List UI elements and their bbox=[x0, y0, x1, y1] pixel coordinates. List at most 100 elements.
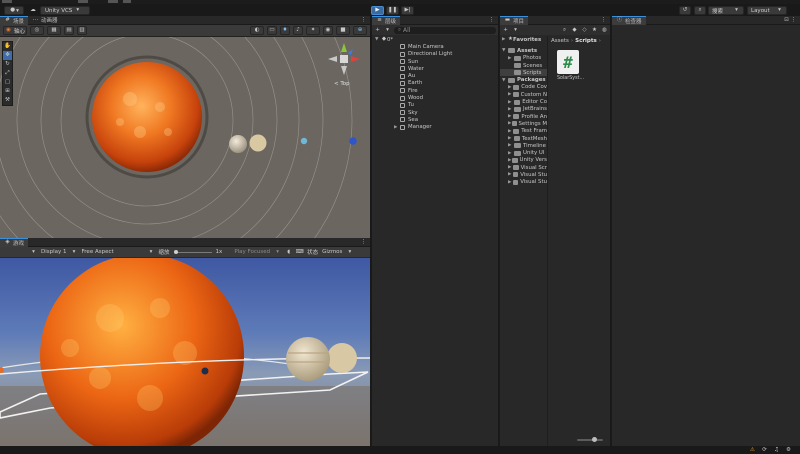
planet-jupiter[interactable] bbox=[286, 337, 330, 381]
folder-item[interactable]: ▶ JetBrains bbox=[500, 106, 547, 113]
assets-folder[interactable]: ▼ Assets bbox=[500, 47, 547, 54]
display-dropdown[interactable]: Display 1 bbox=[41, 249, 67, 255]
tab-game[interactable]: ◈ 游戏 bbox=[0, 237, 29, 247]
tree-item[interactable]: Au bbox=[372, 72, 498, 79]
folder-item[interactable]: ▶ Visual Scr bbox=[500, 164, 547, 171]
menu-item[interactable] bbox=[2, 0, 12, 3]
label-icon[interactable]: ◇ bbox=[581, 27, 588, 34]
menu-item[interactable] bbox=[123, 0, 131, 3]
more-icon[interactable]: ⋮ bbox=[600, 17, 607, 24]
hierarchy-search-input[interactable]: ⌕ All bbox=[394, 26, 496, 34]
breadcrumb-assets[interactable]: Assets bbox=[551, 38, 569, 44]
history-button[interactable]: ↺ bbox=[679, 6, 691, 15]
sun-sphere[interactable] bbox=[92, 62, 202, 172]
play-button[interactable]: ▶ bbox=[371, 6, 384, 15]
scale-slider[interactable] bbox=[173, 249, 212, 254]
aspect-dropdown[interactable]: Free Aspect bbox=[82, 249, 144, 255]
gizmos-dropdown[interactable]: ⊕ bbox=[353, 26, 367, 35]
add-icon[interactable]: + bbox=[502, 27, 509, 34]
tree-item[interactable]: Sky bbox=[372, 109, 498, 116]
tab-animator[interactable]: ⋯ 动画器 bbox=[28, 16, 62, 25]
folder-item[interactable]: ▶ Profile An bbox=[500, 113, 547, 120]
custom-tool-icon[interactable]: ⚒ bbox=[3, 96, 12, 105]
folder-item[interactable]: Scripts bbox=[500, 69, 547, 77]
gizmos-button[interactable]: Gizmos bbox=[322, 249, 342, 255]
effects-dropdown[interactable]: ✦ bbox=[306, 26, 320, 35]
tree-item[interactable]: Earth bbox=[372, 80, 498, 87]
refresh-icon[interactable]: ⟳ bbox=[761, 447, 768, 454]
folder-item[interactable]: ▶ Visual Stu bbox=[500, 171, 547, 178]
planet-sea[interactable] bbox=[349, 137, 357, 145]
game-viewport[interactable] bbox=[0, 258, 370, 446]
chevron-down-icon[interactable]: ▾ bbox=[30, 249, 37, 256]
step-button[interactable]: ▶| bbox=[401, 6, 414, 15]
chevron-down-icon[interactable]: ▾ bbox=[512, 27, 519, 34]
transform-tool-icon[interactable]: ⊞ bbox=[3, 87, 12, 96]
breadcrumb-scripts[interactable]: Scripts bbox=[575, 38, 597, 44]
layers-dropdown[interactable]: 搜索 ▾ bbox=[708, 6, 744, 15]
camera-dropdown[interactable]: ■ bbox=[336, 26, 350, 35]
vcs-dropdown[interactable]: Unity VCS ▾ bbox=[40, 6, 90, 15]
more-icon[interactable]: ⋮ bbox=[488, 17, 495, 24]
more-icon[interactable]: ⋮ bbox=[360, 239, 367, 246]
filter-icon[interactable]: ◆ bbox=[571, 27, 578, 34]
scale-tool-icon[interactable]: ⤢ bbox=[3, 69, 12, 78]
bell-icon[interactable]: ♫ bbox=[773, 447, 780, 454]
lock-icon[interactable]: ⊡ bbox=[783, 17, 790, 24]
2d-toggle[interactable]: ▭ bbox=[267, 26, 277, 35]
mute-icon[interactable]: ◖ bbox=[285, 249, 292, 256]
cloud-button[interactable]: ☁ bbox=[28, 6, 38, 15]
planet-au[interactable] bbox=[229, 135, 247, 153]
warning-icon[interactable]: ⚠ bbox=[749, 447, 756, 454]
menu-item[interactable] bbox=[108, 0, 118, 3]
audio-toggle[interactable]: ♪ bbox=[293, 26, 303, 35]
tree-item[interactable]: Main Camera bbox=[372, 43, 498, 50]
tree-item[interactable]: Water bbox=[372, 65, 498, 72]
tree-item[interactable]: Wood bbox=[372, 94, 498, 101]
folder-item[interactable]: ▶ Unity Vers bbox=[500, 157, 547, 164]
account-button[interactable]: ● ▾ bbox=[4, 6, 24, 15]
tree-item[interactable]: Tu bbox=[372, 102, 498, 109]
tree-item[interactable]: Fire bbox=[372, 87, 498, 94]
stats-button[interactable]: 状态 bbox=[307, 248, 318, 256]
planet-tu[interactable] bbox=[327, 343, 357, 373]
hidden-toggle[interactable]: ◉ bbox=[323, 26, 333, 35]
tree-item[interactable]: ▶ Manager bbox=[372, 124, 498, 131]
rect-tool-icon[interactable]: ▢ bbox=[3, 78, 12, 87]
tab-hierarchy[interactable]: ≡ 层级 bbox=[372, 15, 401, 25]
hidden-icon[interactable]: ◍ bbox=[601, 27, 608, 34]
foldout-icon[interactable]: ▶ bbox=[508, 136, 514, 141]
gizmo-view-label[interactable]: < Top bbox=[334, 81, 350, 87]
slider-handle[interactable] bbox=[173, 249, 178, 254]
folder-item[interactable]: ▶ Visual Stu bbox=[500, 179, 547, 186]
menu-item[interactable] bbox=[78, 0, 88, 3]
folder-item[interactable]: ▶ Test Fram bbox=[500, 128, 547, 135]
slider-handle[interactable] bbox=[592, 437, 597, 442]
grid-dropdown[interactable]: ▦ bbox=[47, 26, 61, 35]
rotate-tool-icon[interactable]: ↻ bbox=[3, 60, 12, 69]
folder-item[interactable]: ▶ Timeline bbox=[500, 142, 547, 149]
icon-size-slider[interactable] bbox=[577, 437, 603, 442]
tab-inspector[interactable]: ⓘ 检查器 bbox=[612, 15, 646, 25]
planet-water[interactable] bbox=[300, 137, 308, 145]
folder-item[interactable]: ▶ Editor Co bbox=[500, 98, 547, 105]
add-icon[interactable]: + bbox=[374, 27, 381, 34]
search-icon[interactable]: ⌕ bbox=[561, 27, 568, 34]
search-button[interactable]: ⌕ bbox=[694, 6, 706, 15]
script-asset[interactable]: # SolarSyst... bbox=[557, 50, 585, 81]
play-focused-dropdown[interactable]: Play Focused bbox=[234, 249, 270, 255]
favorites-header[interactable]: ▶ ★ Favorites bbox=[500, 36, 547, 43]
more-icon[interactable]: ⋮ bbox=[790, 17, 797, 24]
settings-icon[interactable]: ⚙ bbox=[785, 447, 792, 454]
folder-item[interactable]: ▶ Code Cov bbox=[500, 84, 547, 91]
folder-item[interactable]: ▶ Settings M bbox=[500, 120, 547, 127]
global-dropdown[interactable]: ◎ bbox=[30, 26, 44, 35]
snap-button[interactable]: ▤ bbox=[64, 26, 74, 35]
pause-button[interactable]: ❚❚ bbox=[386, 6, 399, 15]
increment-button[interactable]: ▥ bbox=[77, 26, 87, 35]
folder-item[interactable]: ▶ Unity UI bbox=[500, 149, 547, 156]
folder-item[interactable]: Scenes bbox=[500, 62, 547, 69]
more-icon[interactable]: ⋮ bbox=[360, 17, 367, 24]
pivot-dropdown[interactable]: ◉ 轴心 bbox=[3, 26, 27, 35]
foldout-icon[interactable]: ▶ bbox=[508, 100, 514, 105]
